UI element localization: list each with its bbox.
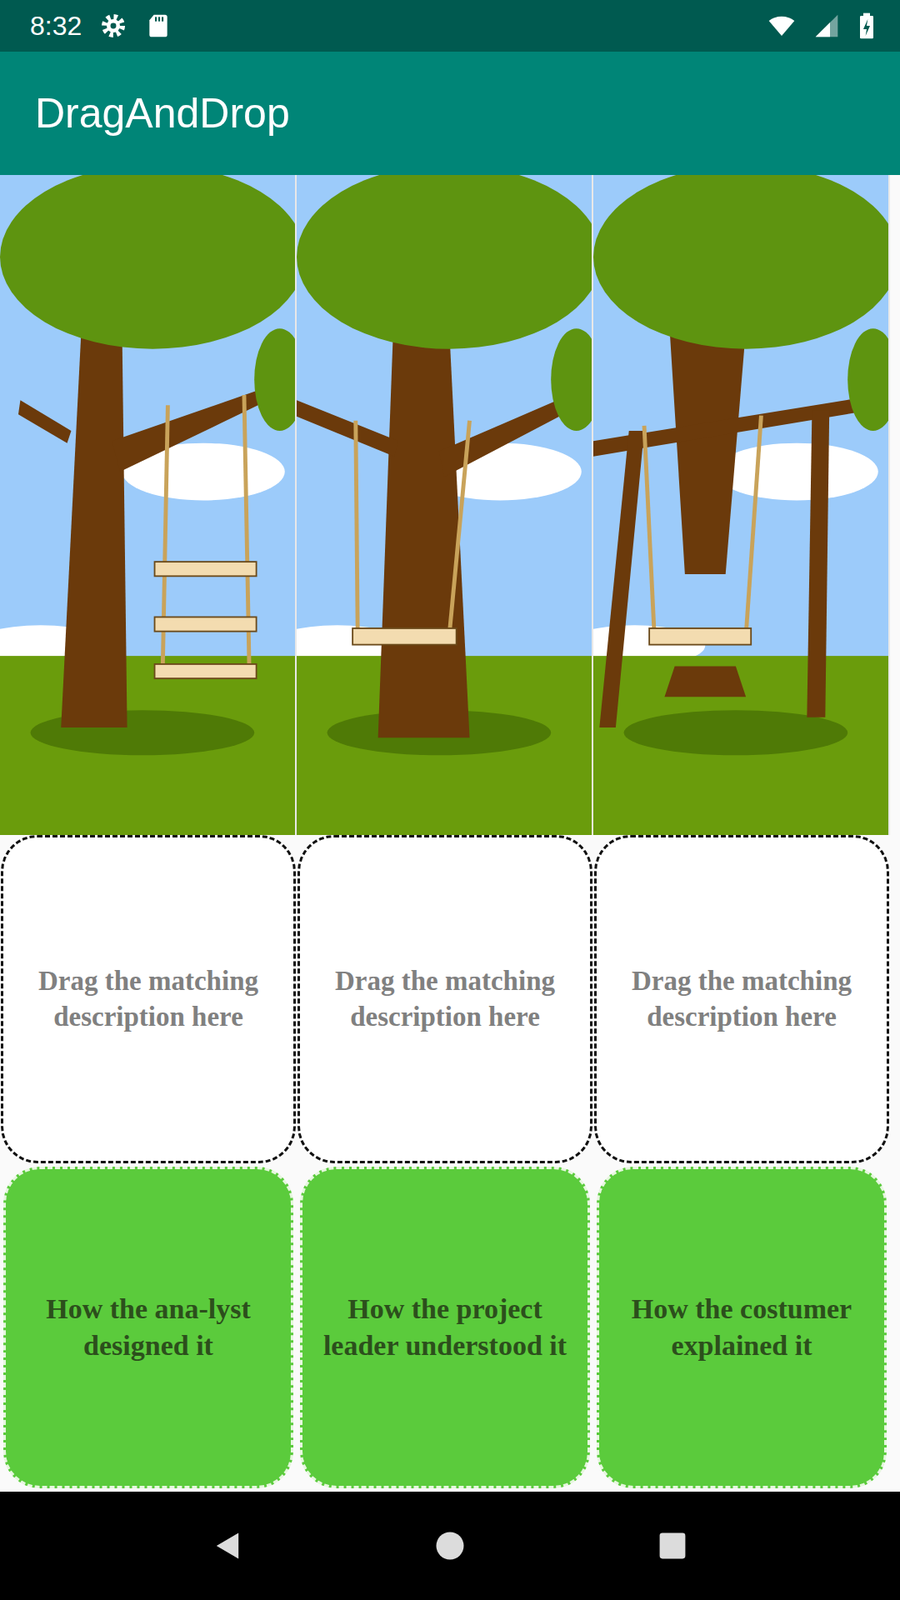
screen: 8:32 DragAndDrop Drag the matching descrip… <box>0 0 900 1600</box>
recents-icon[interactable] <box>654 1527 691 1565</box>
tree-swing-image <box>593 175 890 835</box>
drop-hint: Drag the matching description here <box>5 963 292 1035</box>
description-card[interactable]: How the ana-lyst designed it <box>3 1166 294 1489</box>
app-bar: DragAndDrop <box>0 51 900 175</box>
drop-hint: Drag the matching description here <box>598 963 885 1035</box>
sd-card-icon <box>145 12 172 40</box>
signal-icon <box>813 12 840 40</box>
home-icon[interactable] <box>431 1527 469 1565</box>
battery-icon <box>858 12 875 40</box>
drop-target[interactable]: Drag the matching description here <box>0 835 296 1164</box>
card-text: How the project leader understood it <box>307 1290 583 1365</box>
gear-icon <box>100 12 127 40</box>
back-icon[interactable] <box>209 1527 246 1565</box>
app-title: DragAndDrop <box>35 89 290 138</box>
description-card[interactable]: How the project leader understood it <box>300 1166 590 1489</box>
drop-row: Drag the matching description hereDrag t… <box>0 835 890 1164</box>
image-row <box>0 175 890 835</box>
card-text: How the costumer explained it <box>604 1290 880 1365</box>
tree-swing-image <box>296 175 594 835</box>
card-row: How the ana-lyst designed it How the proj… <box>0 1163 890 1489</box>
drop-target[interactable]: Drag the matching description here <box>297 835 593 1164</box>
drop-hint: Drag the matching description here <box>301 963 589 1035</box>
drop-target[interactable]: Drag the matching description here <box>594 835 890 1164</box>
wifi-icon <box>768 12 795 40</box>
status-bar: 8:32 <box>0 0 900 52</box>
nav-bar <box>0 1491 900 1600</box>
card-text: How the ana-lyst designed it <box>10 1290 286 1365</box>
description-card[interactable]: How the costumer explained it <box>596 1166 887 1489</box>
status-time: 8:32 <box>30 10 82 42</box>
tree-swing-image <box>0 175 297 835</box>
